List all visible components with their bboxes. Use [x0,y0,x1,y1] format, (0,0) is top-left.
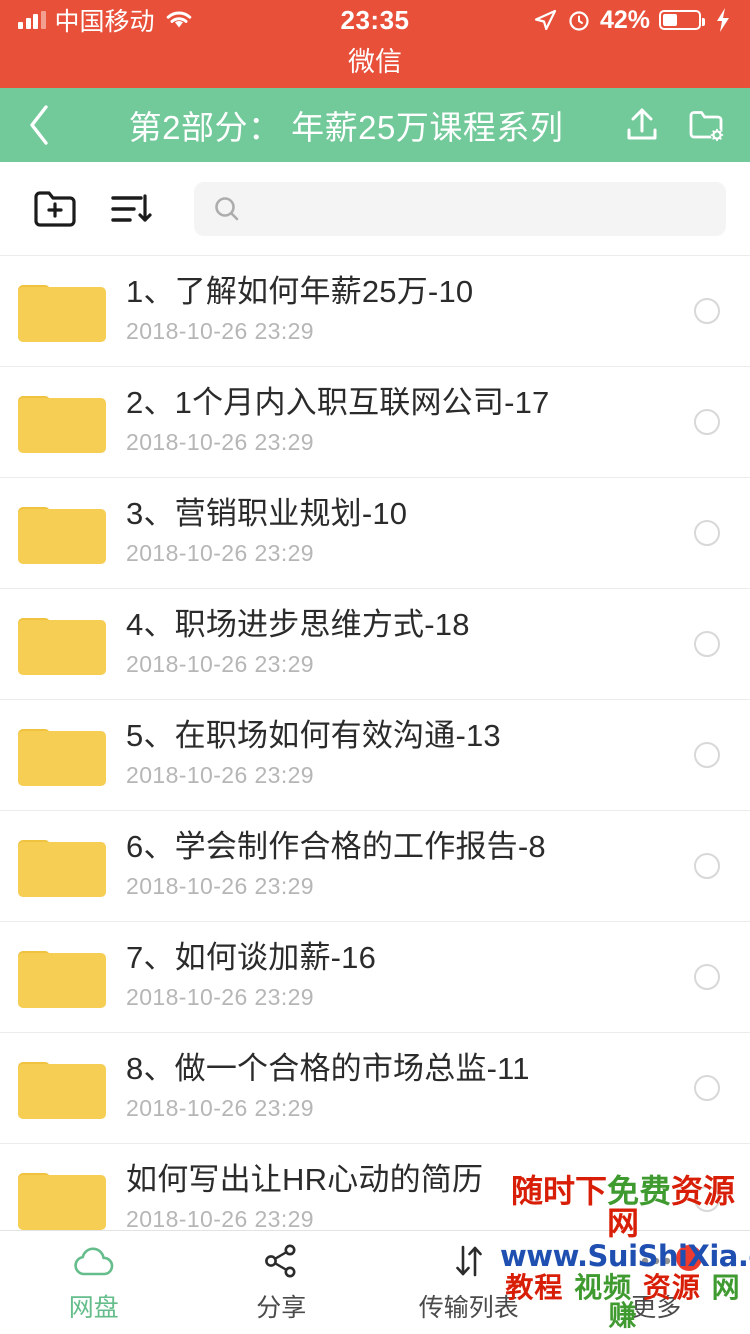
status-bar-left: 中国移动 [18,2,375,38]
file-list: 1、了解如何年薪25万-10 2018-10-26 23:29 2、1个月内入职互联… [0,256,750,1255]
search-box[interactable] [194,181,726,236]
file-item-name: 3、营销职业规划-10 [126,496,408,531]
upload-icon[interactable] [622,105,662,145]
return-to-wechat-banner[interactable]: 微信 [0,40,750,88]
file-item-info: 8、做一个合格的市场总监-11 2018-10-26 23:29 [126,1052,680,1125]
wechat-netdisk-app: 中国移动 23:35 42% 微信 第2部分： 年薪25万课程系列 1、了解如何… [0,0,750,1334]
share-icon [265,1244,296,1278]
file-item-date: 2018-10-26 23:29 [126,651,314,678]
transfer-icon [455,1245,482,1277]
file-item-info: 2、1个月内入职互联网公司-17 2018-10-26 23:29 [126,386,680,459]
page-title: 第2部分： 年薪25万课程系列 [128,109,564,146]
file-item-date: 2018-10-26 23:29 [126,873,314,900]
wifi-icon [166,11,191,28]
file-item-date: 2018-10-26 23:29 [126,984,314,1011]
file-item-info: 3、营销职业规划-10 2018-10-26 23:29 [126,497,680,570]
file-item-name: 6、学会制作合格的工作报告-8 [126,829,546,864]
search-icon [215,196,239,220]
location-arrow-icon [534,9,557,31]
folder-icon [18,1062,106,1119]
file-item-date: 2018-10-26 23:29 [126,429,314,456]
file-item-info: 5、在职场如何有效沟通-13 2018-10-26 23:29 [126,719,680,792]
file-item-date: 2018-10-26 23:29 [126,1095,314,1122]
radio-unchecked-icon[interactable] [694,409,720,435]
file-item-info: 4、职场进步思维方式-18 2018-10-26 23:29 [126,608,680,681]
file-item-date: 2018-10-26 23:29 [126,762,314,789]
file-item-name: 5、在职场如何有效沟通-13 [126,718,501,753]
radio-unchecked-icon[interactable] [694,1186,720,1212]
file-list-item[interactable]: 6、学会制作合格的工作报告-8 2018-10-26 23:29 [0,811,750,922]
tab-label: 传输列表 [418,1294,519,1322]
tab-label: 分享 [256,1294,307,1322]
alarm-clock-icon [569,11,589,31]
radio-unchecked-icon[interactable] [694,853,720,879]
file-item-info: 1、了解如何年薪25万-10 2018-10-26 23:29 [126,275,680,348]
folder-icon [18,285,106,342]
tab-share[interactable]: 分享 [188,1231,376,1334]
tab-label: 网盘 [68,1294,119,1322]
file-list-item[interactable]: 8、做一个合格的市场总监-11 2018-10-26 23:29 [0,1033,750,1144]
radio-unchecked-icon[interactable] [694,742,720,768]
folder-gear-icon[interactable] [686,105,726,145]
file-item-info: 如何写出让HR心动的简历 2018-10-26 23:29 [126,1163,680,1236]
file-item-name: 8、做一个合格的市场总监-11 [126,1051,530,1086]
search-input[interactable] [254,193,708,224]
folder-icon [18,951,106,1008]
radio-unchecked-icon[interactable] [694,298,720,324]
more-dots-icon [642,1257,671,1265]
tab-label: 更多 [631,1294,682,1322]
folder-icon [18,618,106,675]
folder-icon [18,840,106,897]
battery-icon [659,10,705,30]
file-list-item[interactable]: 2、1个月内入职互联网公司-17 2018-10-26 23:29 [0,367,750,478]
file-list-item[interactable]: 5、在职场如何有效沟通-13 2018-10-26 23:29 [0,700,750,811]
file-item-name: 1、了解如何年薪25万-10 [126,274,474,309]
folder-icon [18,507,106,564]
folder-plus-icon[interactable] [30,184,80,234]
file-list-item[interactable]: 7、如何谈加薪-16 2018-10-26 23:29 [0,922,750,1033]
tab-cloud[interactable]: 网盘 [0,1231,188,1334]
radio-unchecked-icon[interactable] [694,631,720,657]
lightning-bolt-icon [717,8,729,32]
nav-actions [612,105,726,145]
sort-descending-icon[interactable] [106,184,156,234]
folder-icon [18,729,106,786]
tab-transfer[interactable]: 传输列表 [375,1231,563,1334]
file-list-item[interactable]: 4、职场进步思维方式-18 2018-10-26 23:29 [0,589,750,700]
folder-icon [18,396,106,453]
signal-bars-icon [18,11,46,29]
cloud-icon [74,1247,114,1276]
list-toolbar [0,162,750,256]
file-item-info: 7、如何谈加薪-16 2018-10-26 23:29 [126,941,680,1014]
back-button[interactable] [24,101,80,149]
file-item-info: 6、学会制作合格的工作报告-8 2018-10-26 23:29 [126,830,680,903]
status-bar-right: 42% [375,6,732,35]
file-item-name: 4、职场进步思维方式-18 [126,607,470,642]
notification-badge [676,1245,702,1271]
file-item-name: 2、1个月内入职互联网公司-17 [126,385,550,420]
file-list-item[interactable]: 3、营销职业规划-10 2018-10-26 23:29 [0,478,750,589]
return-app-label: 微信 [348,47,402,77]
radio-unchecked-icon[interactable] [694,1075,720,1101]
tab-more-dots[interactable]: 更多 [563,1231,750,1334]
battery-percent-label: 42% [599,5,650,34]
chevron-left-icon [30,105,48,145]
radio-unchecked-icon[interactable] [694,964,720,990]
folder-icon [18,1173,106,1230]
radio-unchecked-icon[interactable] [694,520,720,546]
nav-bar: 第2部分： 年薪25万课程系列 [0,88,750,162]
file-item-date: 2018-10-26 23:29 [126,318,314,345]
bottom-tab-bar: 网盘 分享 传输列表 更多 [0,1230,750,1334]
status-bar: 中国移动 23:35 42% [0,0,750,40]
file-item-date: 2018-10-26 23:29 [126,540,314,567]
file-item-name: 7、如何谈加薪-16 [126,940,377,975]
carrier-label: 中国移动 [54,8,155,36]
file-item-name: 如何写出让HR心动的简历 [126,1162,484,1197]
file-list-item[interactable]: 1、了解如何年薪25万-10 2018-10-26 23:29 [0,256,750,367]
